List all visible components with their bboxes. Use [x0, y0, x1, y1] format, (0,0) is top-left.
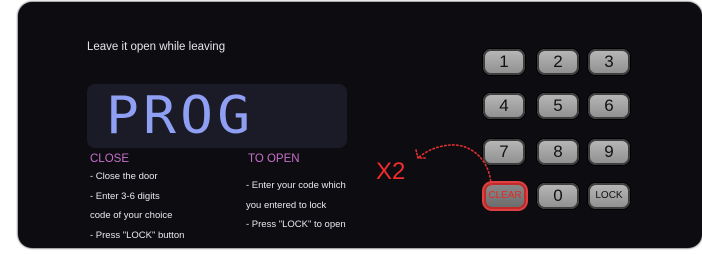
- key-1[interactable]: 1: [483, 49, 525, 75]
- close-step: - Close the door: [90, 171, 158, 182]
- close-step: - Enter 3-6 digits: [90, 190, 160, 202]
- clear-button[interactable]: CLEAR: [484, 183, 526, 209]
- close-title: CLOSE: [90, 153, 129, 165]
- open-step: - Enter your code which: [246, 180, 346, 191]
- open-step: - Press "LOCK" to open: [246, 219, 346, 230]
- key-3[interactable]: 3: [588, 49, 630, 75]
- key-0[interactable]: 0: [537, 183, 579, 209]
- open-title: TO OPEN: [248, 153, 300, 165]
- press-twice-label: X2: [376, 158, 406, 185]
- instruction-text: Leave it open while leaving: [87, 41, 226, 53]
- key-8[interactable]: 8: [537, 139, 579, 165]
- key-6[interactable]: 6: [588, 93, 630, 119]
- display-readout: PROG: [106, 86, 255, 146]
- lock-button[interactable]: LOCK: [588, 183, 630, 209]
- close-step: code of your choice: [90, 210, 173, 221]
- open-steps: - Enter your code which you entered to l…: [246, 176, 346, 235]
- key-9[interactable]: 9: [588, 139, 630, 165]
- key-7[interactable]: 7: [483, 139, 525, 165]
- close-steps: - Close the door - Enter 3-6 digits code…: [90, 167, 184, 245]
- key-5[interactable]: 5: [537, 93, 579, 119]
- key-4[interactable]: 4: [483, 93, 525, 119]
- open-step: you entered to lock: [246, 199, 327, 211]
- close-step: - Press "LOCK" button: [90, 229, 185, 241]
- key-2[interactable]: 2: [537, 49, 579, 75]
